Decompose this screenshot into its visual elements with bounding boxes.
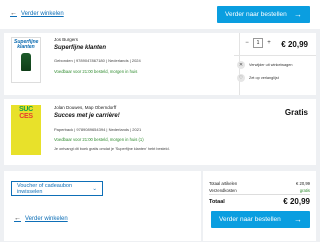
divider: [209, 194, 310, 195]
checkout-button-bottom[interactable]: Verder naar bestellen →: [211, 211, 310, 228]
voucher-label: Voucher of cadeaubon inwisselen: [17, 182, 73, 195]
continue-shopping-link-bottom[interactable]: ← Verder winkelen: [14, 215, 68, 222]
arrow-right-icon: →: [294, 10, 302, 19]
decrease-quantity-button[interactable]: −: [243, 40, 251, 46]
quantity-field[interactable]: 1: [253, 38, 263, 48]
divider: [234, 55, 316, 56]
bottle-illustration: [21, 52, 31, 71]
grand-total-label: Totaal: [209, 198, 225, 205]
item-author[interactable]: Jos Burgers: [54, 37, 78, 42]
item-meta: Gebonden | 9789047867180 | Nederlands | …: [54, 58, 141, 63]
articles-total-row: Totaal artikelen € 20,99: [209, 181, 310, 186]
item-stock: Voedbaar voor 21:00 besteld, morgen in h…: [54, 137, 144, 142]
remove-item-button[interactable]: ✕ Verwijder uit winkelwagen: [237, 61, 292, 69]
trash-icon: ✕: [237, 61, 245, 69]
quantity-stepper: − 1 +: [243, 38, 273, 48]
checkout-button-top[interactable]: Verder naar bestellen →: [217, 6, 310, 23]
cover-text: CES: [19, 112, 33, 120]
item-title[interactable]: Succes met je carrière!: [54, 113, 120, 119]
book-cover-superfijne-klanten[interactable]: Superfijne klanten: [11, 37, 41, 83]
cover-title: Superfijne klanten: [14, 39, 39, 51]
item-price: € 20,99: [281, 40, 308, 49]
continue-shopping-link[interactable]: ← Verder winkelen: [10, 10, 64, 17]
item-author[interactable]: Jolan Douwes, Map Oberndorff: [54, 105, 116, 110]
voucher-panel: Voucher of cadeaubon inwisselen ⌄ ← Verd…: [4, 171, 201, 241]
order-summary: Totaal artikelen € 20,99 Verzendkosten g…: [203, 171, 316, 241]
item-stock: Voedbaar voor 21:00 besteld, morgen in h…: [54, 69, 138, 74]
remove-item-label: Verwijder uit winkelwagen: [249, 63, 293, 67]
articles-total-value: € 20,99: [296, 181, 310, 186]
grand-total-row: Totaal € 20,99: [209, 197, 310, 206]
free-gift-note: Je ontvangt dit boek gratis omdat je 'Su…: [54, 147, 170, 151]
increase-quantity-button[interactable]: +: [265, 40, 273, 46]
cart-item: SUC CES Jolan Douwes, Map Oberndorff Suc…: [4, 99, 316, 165]
checkout-label: Verder naar bestellen: [225, 11, 287, 18]
item-title[interactable]: Superfijne klanten: [54, 45, 106, 51]
add-to-wishlist-button[interactable]: ♡ Zet op verlanglijst: [237, 74, 279, 82]
continue-shopping-label: Verder winkelen: [21, 10, 64, 17]
arrow-left-icon: ←: [14, 215, 21, 222]
wishlist-label: Zet op verlanglijst: [249, 76, 279, 80]
item-price-free: Gratis: [284, 108, 308, 117]
cart-item: Superfijne klanten Jos Burgers Superfijn…: [4, 33, 316, 95]
shipping-label: Verzendkosten: [209, 188, 237, 193]
shipping-row: Verzendkosten gratis: [209, 188, 310, 193]
arrow-right-icon: →: [294, 215, 302, 224]
heart-icon: ♡: [237, 74, 245, 82]
grand-total-value: € 20,99: [283, 197, 310, 206]
chevron-down-icon: ⌄: [92, 185, 97, 192]
checkout-label: Verder naar bestellen: [219, 216, 281, 223]
top-bar: ← Verder winkelen Verder naar bestellen …: [0, 0, 320, 29]
continue-shopping-label: Verder winkelen: [25, 215, 68, 222]
shopping-cart-page: ← Verder winkelen Verder naar bestellen …: [0, 0, 320, 242]
voucher-dropdown[interactable]: Voucher of cadeaubon inwisselen ⌄: [11, 181, 103, 196]
articles-total-label: Totaal artikelen: [209, 181, 238, 186]
item-meta: Paperback | 9789089654394 | Nederlands |…: [54, 127, 142, 132]
arrow-left-icon: ←: [10, 10, 17, 17]
book-cover-succes[interactable]: SUC CES: [11, 105, 41, 155]
shipping-value: gratis: [299, 188, 310, 193]
